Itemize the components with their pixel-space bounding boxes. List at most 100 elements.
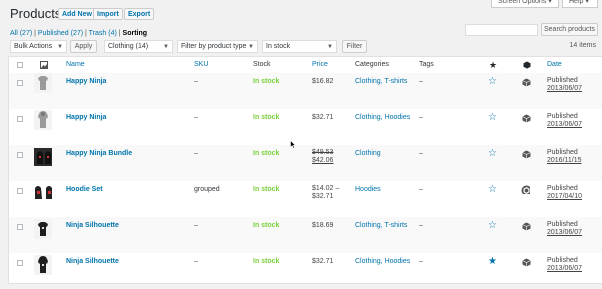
- featured-star-outline-icon[interactable]: ☆: [488, 77, 497, 87]
- row-checkbox[interactable]: [17, 80, 23, 86]
- view-separator: |: [34, 30, 36, 37]
- cube-icon: [522, 114, 531, 123]
- table-row: Happy Ninja – In stock $32.71 Clothing, …: [9, 109, 602, 145]
- column-sku[interactable]: SKU: [194, 61, 208, 68]
- view-published[interactable]: Published (27): [38, 30, 83, 37]
- categories-links[interactable]: Hoodies: [355, 186, 381, 193]
- column-tags: Tags: [419, 61, 434, 68]
- row-checkbox[interactable]: [17, 152, 23, 158]
- category-filter-value: Clothing (14): [108, 43, 149, 50]
- publish-status: Published: [547, 77, 578, 84]
- categories-links[interactable]: Clothing, Hoodies: [355, 114, 410, 121]
- price-value: $32.71: [312, 114, 334, 121]
- view-sorting[interactable]: Sorting: [123, 30, 148, 37]
- categories-links[interactable]: Clothing, T-shirts: [355, 222, 407, 229]
- publish-status: Published: [547, 185, 578, 192]
- bulk-actions-select[interactable]: Bulk Actions ▼: [10, 40, 67, 53]
- product-thumbnail[interactable]: [34, 110, 52, 130]
- product-thumbnail[interactable]: [34, 73, 52, 93]
- chevron-down-icon: ▼: [248, 44, 254, 50]
- product-thumbnail[interactable]: [34, 183, 52, 203]
- column-date[interactable]: Date: [547, 61, 562, 68]
- chevron-down-icon: ▼: [327, 44, 333, 50]
- column-stock: Stock: [253, 61, 271, 68]
- stock-status: In stock: [253, 78, 280, 85]
- row-checkbox[interactable]: [17, 260, 23, 266]
- price-cell: $49.53 $42.06: [312, 149, 333, 165]
- price-value: $16.82: [312, 78, 334, 85]
- product-name-link[interactable]: Happy Ninja: [66, 114, 106, 121]
- stock-filter-value: In stock: [266, 43, 291, 50]
- categories-links[interactable]: Clothing, Hoodies: [355, 258, 410, 265]
- screen-options-button[interactable]: Screen Options ▾: [491, 0, 559, 8]
- grouped-product-icon: [521, 185, 530, 194]
- category-filter-select[interactable]: Clothing (14) ▼: [104, 40, 173, 53]
- stock-status: In stock: [253, 258, 280, 265]
- view-trash[interactable]: Trash (4): [89, 30, 117, 37]
- tags-value: –: [419, 114, 423, 121]
- help-button[interactable]: Help ▾: [562, 0, 598, 8]
- search-products-button[interactable]: Search products: [541, 23, 598, 36]
- view-separator: |: [85, 30, 87, 37]
- add-new-button[interactable]: Add New: [58, 8, 96, 20]
- product-name-link[interactable]: Hoodie Set: [66, 186, 103, 193]
- stock-filter-select[interactable]: In stock ▼: [262, 40, 337, 53]
- chevron-down-icon: ▼: [57, 44, 63, 50]
- cube-icon: [522, 258, 531, 267]
- featured-star-filled-icon[interactable]: ★: [488, 257, 497, 267]
- featured-star-outline-icon[interactable]: ☆: [488, 221, 497, 231]
- table-row: Happy Ninja Bundle – In stock $49.53 $42…: [9, 145, 602, 181]
- sku-value: grouped: [194, 186, 220, 193]
- regular-price: $49.53: [312, 149, 334, 156]
- price-range-max: $32.71: [312, 193, 334, 200]
- date-cell: Published 2017/04/10: [547, 185, 582, 201]
- product-thumbnail[interactable]: [34, 255, 52, 275]
- export-button[interactable]: Export: [124, 8, 155, 20]
- product-name-link[interactable]: Happy Ninja: [66, 78, 106, 85]
- product-name-link[interactable]: Ninja Silhouette: [66, 258, 119, 265]
- view-separator: |: [118, 30, 121, 37]
- sku-value: –: [194, 222, 198, 229]
- cube-icon[interactable]: [523, 61, 531, 69]
- sku-value: –: [194, 258, 198, 265]
- stock-status: In stock: [253, 186, 280, 193]
- product-name-link[interactable]: Ninja Silhouette: [66, 222, 119, 229]
- product-thumbnail[interactable]: [34, 219, 52, 239]
- stock-status: In stock: [253, 222, 280, 229]
- row-checkbox[interactable]: [17, 224, 23, 230]
- categories-links[interactable]: Clothing: [355, 150, 381, 157]
- page-title: Products: [10, 6, 62, 21]
- column-price[interactable]: Price: [312, 61, 328, 68]
- price-range-min: $14.02 –: [312, 185, 340, 192]
- import-button[interactable]: Import: [93, 8, 123, 20]
- row-checkbox[interactable]: [17, 116, 23, 122]
- featured-star-outline-icon[interactable]: ☆: [488, 149, 497, 159]
- date-cell: Published 2013/06/07: [547, 221, 582, 237]
- select-all-checkbox[interactable]: [17, 62, 23, 68]
- search-input[interactable]: [465, 24, 538, 36]
- categories-links[interactable]: Clothing, T-shirts: [355, 78, 407, 85]
- product-thumbnail[interactable]: [34, 148, 52, 168]
- column-name[interactable]: Name: [66, 61, 85, 68]
- sku-value: –: [194, 114, 198, 121]
- featured-star-outline-icon[interactable]: ☆: [488, 113, 497, 123]
- tags-value: –: [419, 186, 423, 193]
- bulk-actions-value: Bulk Actions: [14, 43, 53, 50]
- apply-button[interactable]: Apply: [70, 40, 97, 53]
- chevron-down-icon: ▼: [163, 44, 169, 50]
- publish-date: 2017/04/10: [547, 193, 583, 200]
- star-icon[interactable]: ★: [489, 60, 497, 70]
- product-name-link[interactable]: Happy Ninja Bundle: [66, 150, 132, 157]
- tags-value: –: [419, 78, 423, 85]
- row-checkbox[interactable]: [17, 188, 23, 194]
- view-all[interactable]: All (27): [10, 30, 32, 37]
- product-type-filter-value: Filter by product type: [181, 43, 247, 50]
- publish-date: 2013/06/07: [547, 265, 583, 272]
- publish-date: 2013/06/07: [547, 121, 583, 128]
- sku-value: –: [194, 150, 198, 157]
- tags-value: –: [419, 258, 423, 265]
- featured-star-outline-icon[interactable]: ☆: [488, 185, 497, 195]
- publish-status: Published: [547, 149, 578, 156]
- product-type-filter-select[interactable]: Filter by product type ▼: [177, 40, 258, 53]
- filter-button[interactable]: Filter: [342, 40, 367, 53]
